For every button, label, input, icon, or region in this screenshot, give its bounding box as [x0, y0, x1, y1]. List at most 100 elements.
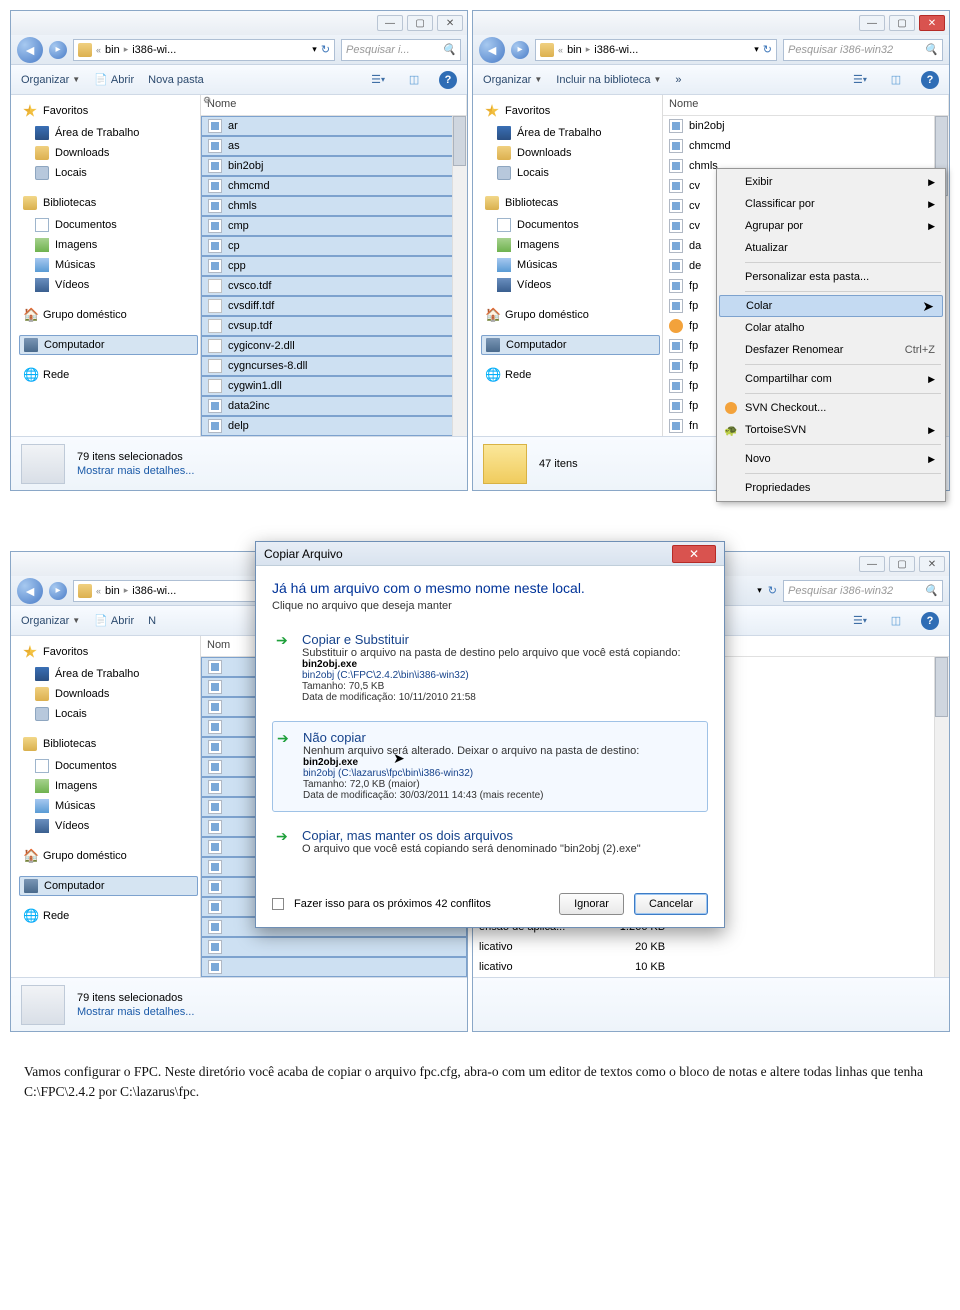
- apply-all-checkbox[interactable]: [272, 898, 284, 910]
- sidebar-downloads[interactable]: Downloads: [31, 143, 198, 163]
- organize-menu[interactable]: Organizar ▼: [21, 74, 80, 86]
- help-icon[interactable]: ?: [921, 71, 939, 89]
- ctx-atualizar[interactable]: Atualizar: [719, 237, 943, 259]
- sidebar-computer[interactable]: Computador: [19, 335, 198, 355]
- file-row[interactable]: cygncurses-8.dll: [201, 356, 467, 376]
- sidebar-libraries[interactable]: Bibliotecas: [19, 193, 198, 213]
- ctx-compartilhar[interactable]: Compartilhar com▶: [719, 368, 943, 390]
- sidebar-documents[interactable]: Documentos: [31, 215, 198, 235]
- breadcrumb-l1[interactable]: bin: [105, 44, 120, 56]
- ctx-propriedades[interactable]: Propriedades: [719, 477, 943, 499]
- search-input[interactable]: Pesquisar i386-win32 🔍: [783, 39, 943, 61]
- ignore-button[interactable]: Ignorar: [559, 893, 624, 915]
- file-row[interactable]: chmcmd: [663, 136, 949, 156]
- open-button[interactable]: 📄 Abrir: [94, 73, 134, 86]
- ctx-svn-checkout[interactable]: SVN Checkout...: [719, 397, 943, 419]
- file-row[interactable]: cmp: [201, 216, 467, 236]
- file-row[interactable]: licativo10 KB: [473, 957, 949, 977]
- file-row[interactable]: cvsup.tdf: [201, 316, 467, 336]
- ctx-tortoise[interactable]: 🐢TortoiseSVN▶: [719, 419, 943, 441]
- sidebar-desktop[interactable]: Área de Trabalho: [493, 123, 660, 143]
- file-row[interactable]: cygiconv-2.dll: [201, 336, 467, 356]
- new-folder-button[interactable]: Nova pasta: [148, 74, 204, 86]
- file-row[interactable]: cvsdiff.tdf: [201, 296, 467, 316]
- ctx-novo[interactable]: Novo▶: [719, 448, 943, 470]
- ctx-agrupar[interactable]: Agrupar por▶: [719, 215, 943, 237]
- include-library-menu[interactable]: Incluir na biblioteca ▼: [556, 74, 661, 86]
- view-menu[interactable]: ☰▾: [367, 71, 389, 89]
- file-row[interactable]: cygwin1.dll: [201, 376, 467, 396]
- minimize-button[interactable]: —: [377, 15, 403, 31]
- breadcrumb[interactable]: « bin▸ i386-wi... ▾ ↻: [535, 39, 777, 61]
- sidebar-documents[interactable]: Documentos: [493, 215, 660, 235]
- sidebar-computer[interactable]: Computador: [481, 335, 660, 355]
- sidebar-favorites[interactable]: Favoritos: [19, 101, 198, 121]
- sidebar-music[interactable]: Músicas: [493, 255, 660, 275]
- option-no-copy[interactable]: ➔ Não copiar Nenhum arquivo será alterad…: [272, 721, 708, 812]
- ctx-exibir[interactable]: Exibir▶: [719, 171, 943, 193]
- search-input[interactable]: Pesquisar i... 🔍: [341, 39, 461, 61]
- sidebar-downloads[interactable]: Downloads: [493, 143, 660, 163]
- file-row[interactable]: data2inc: [201, 396, 467, 416]
- col-nome[interactable]: Nome: [201, 95, 467, 115]
- ctx-classificar[interactable]: Classificar por▶: [719, 193, 943, 215]
- sidebar-videos[interactable]: Vídeos: [31, 275, 198, 295]
- preview-pane-button[interactable]: ◫: [885, 71, 907, 89]
- sidebar-homegroup[interactable]: 🏠Grupo doméstico: [19, 305, 198, 325]
- list-header[interactable]: Nome: [201, 95, 467, 116]
- ctx-colar-atalho[interactable]: Colar atalho: [719, 317, 943, 339]
- file-row[interactable]: bin2obj: [201, 156, 467, 176]
- toolbar-overflow[interactable]: »: [675, 74, 681, 86]
- option-keep-both[interactable]: ➔ Copiar, mas manter os dois arquivos O …: [272, 820, 708, 865]
- ctx-colar[interactable]: Colar➤: [719, 295, 943, 317]
- sidebar-desktop[interactable]: Área de Trabalho: [31, 123, 198, 143]
- sidebar-network[interactable]: 🌐Rede: [481, 365, 660, 385]
- view-menu[interactable]: ☰▾: [849, 71, 871, 89]
- file-icon: [669, 339, 683, 353]
- file-name: fp: [689, 300, 698, 312]
- nav-back-button[interactable]: ◄: [479, 37, 505, 63]
- breadcrumb-l2[interactable]: i386-wi...: [132, 44, 176, 56]
- file-row[interactable]: cpp: [201, 256, 467, 276]
- cancel-button[interactable]: Cancelar: [634, 893, 708, 915]
- sidebar-recent[interactable]: Locais: [31, 163, 198, 183]
- file-row[interactable]: delp: [201, 416, 467, 436]
- ctx-desfazer[interactable]: Desfazer RenomearCtrl+Z: [719, 339, 943, 361]
- maximize-button[interactable]: ▢: [407, 15, 433, 31]
- sidebar-network[interactable]: 🌐Rede: [19, 365, 198, 385]
- show-details-link[interactable]: Mostrar mais detalhes...: [77, 465, 194, 477]
- sidebar-videos[interactable]: Vídeos: [493, 275, 660, 295]
- ctx-personalizar[interactable]: Personalizar esta pasta...: [719, 266, 943, 288]
- file-row[interactable]: bin2obj: [663, 116, 949, 136]
- file-row[interactable]: licativo20 KB: [473, 937, 949, 957]
- close-button[interactable]: ✕: [437, 15, 463, 31]
- sidebar-homegroup[interactable]: 🏠Grupo doméstico: [481, 305, 660, 325]
- preview-pane-button[interactable]: ◫: [403, 71, 425, 89]
- sidebar-recent[interactable]: Locais: [493, 163, 660, 183]
- nav-fwd-button[interactable]: ▸: [49, 41, 67, 59]
- file-row[interactable]: ar: [201, 116, 467, 136]
- option-copy-replace[interactable]: ➔ Copiar e Substituir Substituir o arqui…: [272, 624, 708, 713]
- minimize-button[interactable]: —: [859, 15, 885, 31]
- nav-fwd-button[interactable]: ▸: [511, 41, 529, 59]
- file-row[interactable]: chmls: [201, 196, 467, 216]
- sidebar-libraries[interactable]: Bibliotecas: [481, 193, 660, 213]
- sidebar-favorites[interactable]: Favoritos: [481, 101, 660, 121]
- dialog-close-button[interactable]: ✕: [672, 545, 716, 563]
- close-button[interactable]: ✕: [919, 15, 945, 31]
- sidebar-music[interactable]: Músicas: [31, 255, 198, 275]
- help-icon[interactable]: ?: [439, 71, 457, 89]
- organize-menu[interactable]: Organizar ▼: [483, 74, 542, 86]
- search-placeholder: Pesquisar i...: [346, 44, 410, 56]
- file-row[interactable]: cvsco.tdf: [201, 276, 467, 296]
- sidebar-images[interactable]: Imagens: [493, 235, 660, 255]
- file-row[interactable]: chmcmd: [201, 176, 467, 196]
- doc-icon: [35, 218, 49, 232]
- file-row[interactable]: cp: [201, 236, 467, 256]
- nav-back-button[interactable]: ◄: [17, 37, 43, 63]
- maximize-button[interactable]: ▢: [889, 15, 915, 31]
- file-row[interactable]: as: [201, 136, 467, 156]
- sidebar-images[interactable]: Imagens: [31, 235, 198, 255]
- scrollbar[interactable]: [452, 116, 467, 436]
- breadcrumb[interactable]: « bin ▸ i386-wi... ▾ ↻: [73, 39, 335, 61]
